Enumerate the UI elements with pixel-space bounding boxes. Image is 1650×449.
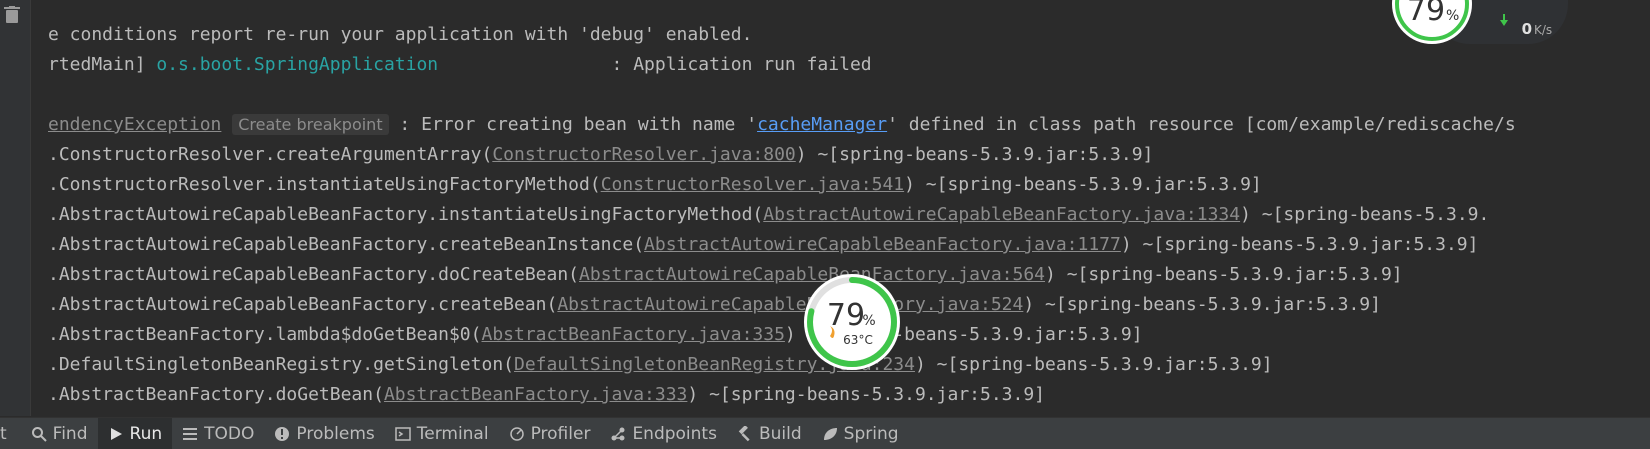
tool-tab-find[interactable]: Find — [21, 418, 98, 449]
list-icon — [183, 428, 198, 440]
padding — [438, 54, 611, 75]
gauge-percent: 79 — [827, 298, 865, 333]
stack-frame-line: .AbstractBeanFactory.lambda$doGetBean$0(… — [48, 320, 1143, 350]
thread-name: rtedMain] — [48, 54, 157, 75]
frame-jar: ) ~[spring-beans-5.3.9. — [1240, 204, 1490, 225]
tool-tab-label: TODO — [204, 424, 255, 444]
frame-jar: ) ~[spring-beans-5.3.9.jar:5.3.9] — [1045, 264, 1403, 285]
frame-method: .AbstractAutowireCapableBeanFactory.inst… — [48, 204, 764, 225]
stack-frame-line: .AbstractAutowireCapableBeanFactory.crea… — [48, 290, 1381, 320]
net-unit: K/s — [1534, 23, 1552, 37]
frame-jar: ) ~[spring-beans-5.3.9.jar:5.3.9] — [687, 384, 1046, 405]
widget-percent-sign: % — [1446, 8, 1459, 24]
console-text: e conditions report re-run your applicat… — [48, 24, 753, 45]
widget-percent: 79 — [1407, 0, 1445, 28]
trash-icon[interactable] — [4, 6, 20, 24]
stack-frame-line: .AbstractAutowireCapableBeanFactory.inst… — [48, 200, 1489, 230]
hammer-icon — [738, 426, 750, 442]
error-text: ' defined in class path resource [com/ex… — [887, 114, 1516, 135]
frame-source-link[interactable]: AbstractAutowireCapableBeanFactory.java:… — [644, 234, 1121, 255]
console-line: e conditions report re-run your applicat… — [48, 20, 752, 50]
bottom-tool-window-bar: t Find Run TODO Problems Terminal Profil… — [0, 417, 1650, 449]
frame-jar: ) ~[spring-beans-5.3.9.jar:5.3.9] — [904, 174, 1262, 195]
tool-tab-build[interactable]: Build — [727, 418, 812, 449]
frame-method: .ConstructorResolver.instantiateUsingFac… — [48, 174, 601, 195]
stack-frame-line: .DefaultSingletonBeanRegistry.getSinglet… — [48, 350, 1273, 380]
tool-tab-label: Find — [52, 424, 88, 444]
gauge-temperature: 63°C — [843, 333, 873, 347]
frame-source-link[interactable]: ConstructorResolver.java:800 — [492, 144, 795, 165]
tool-tab-label: Spring — [843, 424, 899, 444]
tool-tab-run[interactable]: Run — [97, 418, 173, 449]
frame-method: .AbstractAutowireCapableBeanFactory.doCr… — [48, 264, 580, 285]
tool-tab-label: Profiler — [530, 424, 591, 444]
frame-method: .DefaultSingletonBeanRegistry.getSinglet… — [48, 354, 514, 375]
create-breakpoint-hint[interactable]: Create breakpoint — [232, 114, 389, 135]
stack-frame-line: .AbstractBeanFactory.doGetBean(AbstractB… — [48, 380, 1045, 410]
error-text: : Error creating bean with name ' — [388, 114, 758, 135]
frame-source-link[interactable]: ConstructorResolver.java:541 — [601, 174, 904, 195]
frame-jar: ) ~[spring-beans-5.3.9.jar:5.3.9] — [914, 354, 1273, 375]
tool-tab-label: Problems — [296, 424, 375, 444]
frame-method: .AbstractBeanFactory.lambda$doGetBean$0( — [48, 324, 482, 345]
log-message: : Application run failed — [611, 54, 872, 75]
tool-tab-label: Endpoints — [632, 424, 717, 444]
tool-tab-endpoints[interactable]: Endpoints — [600, 418, 727, 449]
tool-tab-label: Build — [758, 424, 802, 444]
gauge-percent-sign: % — [862, 313, 875, 329]
exception-link[interactable]: endencyException — [48, 114, 221, 135]
stack-frame-line: .AbstractAutowireCapableBeanFactory.crea… — [48, 230, 1478, 260]
tool-tab-label: Terminal — [416, 424, 489, 444]
tool-tab-profiler[interactable]: Profiler — [499, 418, 601, 449]
search-icon — [31, 427, 47, 442]
ide-window: e conditions report re-run your applicat… — [0, 0, 1650, 449]
frame-source-link[interactable]: AbstractAutowireCapableBeanFactory.java:… — [557, 294, 1023, 315]
tool-tab-spring[interactable]: Spring — [812, 418, 909, 449]
tool-tab-label: t — [0, 424, 7, 444]
terminal-icon — [394, 427, 411, 441]
endpoints-icon — [611, 427, 625, 441]
frame-jar: ) ~[spring-beans-5.3.9.jar:5.3.9] — [1120, 234, 1479, 255]
tool-tab-todo[interactable]: TODO — [172, 418, 264, 449]
stack-frame-line: .ConstructorResolver.instantiateUsingFac… — [48, 170, 1262, 200]
console-gutter — [0, 0, 31, 416]
profiler-icon — [509, 427, 524, 441]
frame-method: .AbstractAutowireCapableBeanFactory.crea… — [48, 294, 558, 315]
console-line: rtedMain] o.s.boot.SpringApplication : A… — [48, 50, 872, 80]
frame-method: .ConstructorResolver.createArgumentArray… — [48, 144, 493, 165]
frame-method: .AbstractAutowireCapableBeanFactory.crea… — [48, 234, 645, 255]
tool-tab-label: Run — [129, 424, 163, 444]
play-icon — [110, 428, 122, 440]
leaf-icon — [823, 428, 837, 440]
frame-jar: ) ~[spring-beans-5.3.9.jar:5.3.9] — [1023, 294, 1381, 315]
stack-frame-line: .AbstractAutowireCapableBeanFactory.doCr… — [48, 260, 1403, 290]
frame-jar: ) ~[spring-beans-5.3.9.jar:5.3.9] — [795, 144, 1154, 165]
frame-source-link[interactable]: AbstractBeanFactory.java:333 — [384, 384, 687, 405]
frame-source-link[interactable]: AbstractBeanFactory.java:335 — [481, 324, 784, 345]
cpu-gauge-widget[interactable]: 79 % 63°C — [802, 272, 902, 372]
net-speed: 0 — [1522, 20, 1532, 38]
network-monitor-widget[interactable]: 79 % 0 K/s — [1390, 0, 1570, 48]
bean-link[interactable]: cacheManager — [757, 114, 887, 135]
frame-method: .AbstractBeanFactory.doGetBean( — [48, 384, 384, 405]
warning-icon — [275, 427, 290, 441]
tool-tab-terminal[interactable]: Terminal — [385, 418, 499, 449]
logger-name: o.s.boot.SpringApplication — [156, 54, 439, 75]
frame-source-link[interactable]: AbstractAutowireCapableBeanFactory.java:… — [763, 204, 1240, 225]
stack-frame-line: .ConstructorResolver.createArgumentArray… — [48, 140, 1153, 170]
tool-tab-problems[interactable]: Problems — [264, 418, 384, 449]
tool-tab-partial[interactable]: t — [0, 418, 21, 449]
console-line: endencyException Create breakpoint : Err… — [48, 110, 1516, 140]
